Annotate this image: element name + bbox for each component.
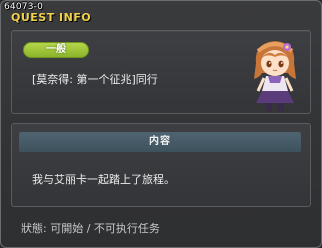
content-header: 内容: [19, 132, 301, 152]
quest-status: 狀態: 可開始 / 不可执行任务: [21, 222, 160, 235]
quest-content-panel: 内容 我与艾丽卡一起踏上了旅程。: [11, 123, 311, 207]
content-text: 我与艾丽卡一起踏上了旅程。: [32, 173, 175, 186]
quest-name: [莫奈得: 第一个征兆]同行: [32, 73, 158, 86]
window-title: QUEST INFO: [11, 11, 92, 24]
quest-info-window: 64073-0 QUEST INFO 一般 [莫奈得: 第一个征兆]同行 内容 …: [0, 0, 322, 248]
quest-category-badge: 一般: [23, 42, 89, 58]
quest-summary-panel: 一般 [莫奈得: 第一个征兆]同行: [11, 30, 311, 114]
character-portrait-icon: [254, 41, 296, 111]
